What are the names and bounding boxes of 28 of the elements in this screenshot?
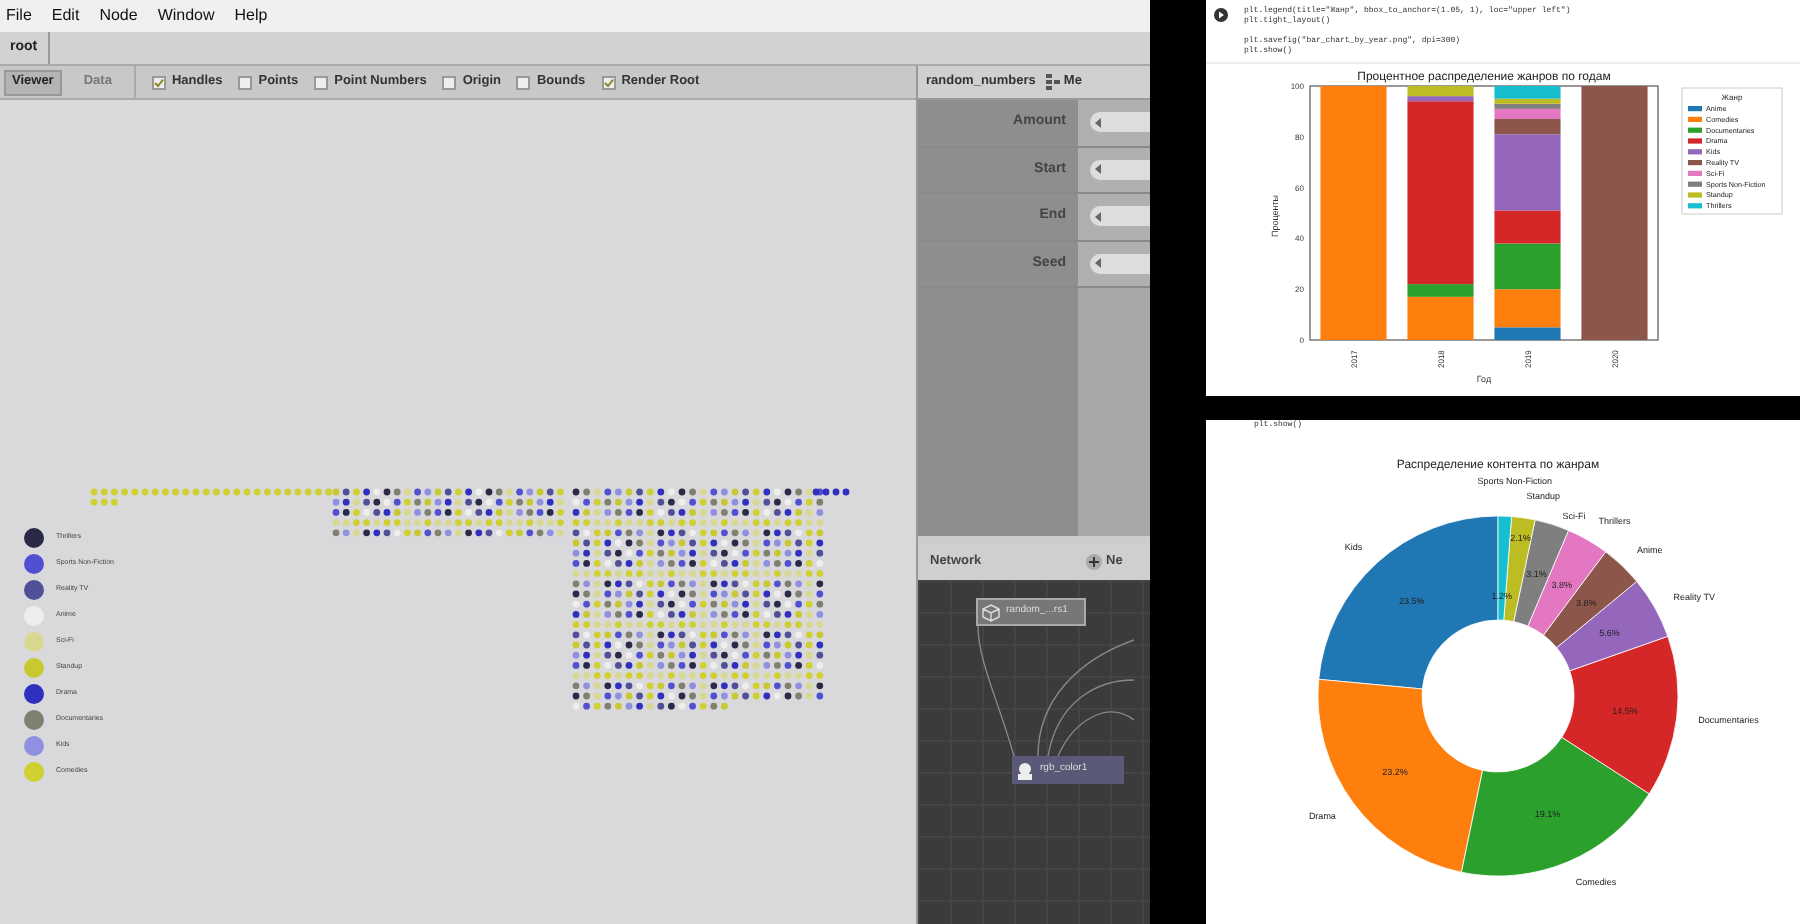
arrow-left-icon xyxy=(1094,258,1102,269)
checkbox[interactable] xyxy=(601,75,616,89)
arrow-left-icon xyxy=(1094,164,1102,175)
menu-item[interactable]: File xyxy=(6,4,32,28)
check-icon xyxy=(603,77,614,87)
plus-icon xyxy=(1086,554,1102,570)
arrow-left-icon xyxy=(1094,211,1102,222)
bar-segment xyxy=(1494,243,1561,290)
checkbox[interactable] xyxy=(516,75,531,89)
checkbox[interactable] xyxy=(442,75,457,89)
checkbox[interactable] xyxy=(151,75,166,89)
checkbox[interactable] xyxy=(314,75,329,89)
cube-icon xyxy=(982,603,1000,621)
menu-item[interactable]: Edit xyxy=(51,4,80,28)
arrow-left-icon xyxy=(1094,117,1102,128)
list-icon xyxy=(1045,74,1060,90)
checkbox[interactable] xyxy=(238,75,253,89)
number-field[interactable] xyxy=(1090,112,1150,133)
number-field[interactable] xyxy=(1090,206,1150,227)
run-icon xyxy=(1214,8,1228,22)
connection-wire xyxy=(977,625,1015,757)
number-field[interactable] xyxy=(1090,159,1150,180)
menu-item[interactable]: Window xyxy=(157,4,215,28)
number-field[interactable] xyxy=(1090,253,1150,274)
menu-item[interactable]: Help xyxy=(234,4,268,28)
check-icon xyxy=(153,77,164,87)
legend-box xyxy=(1681,87,1783,215)
menu-item[interactable]: Node xyxy=(99,4,138,28)
